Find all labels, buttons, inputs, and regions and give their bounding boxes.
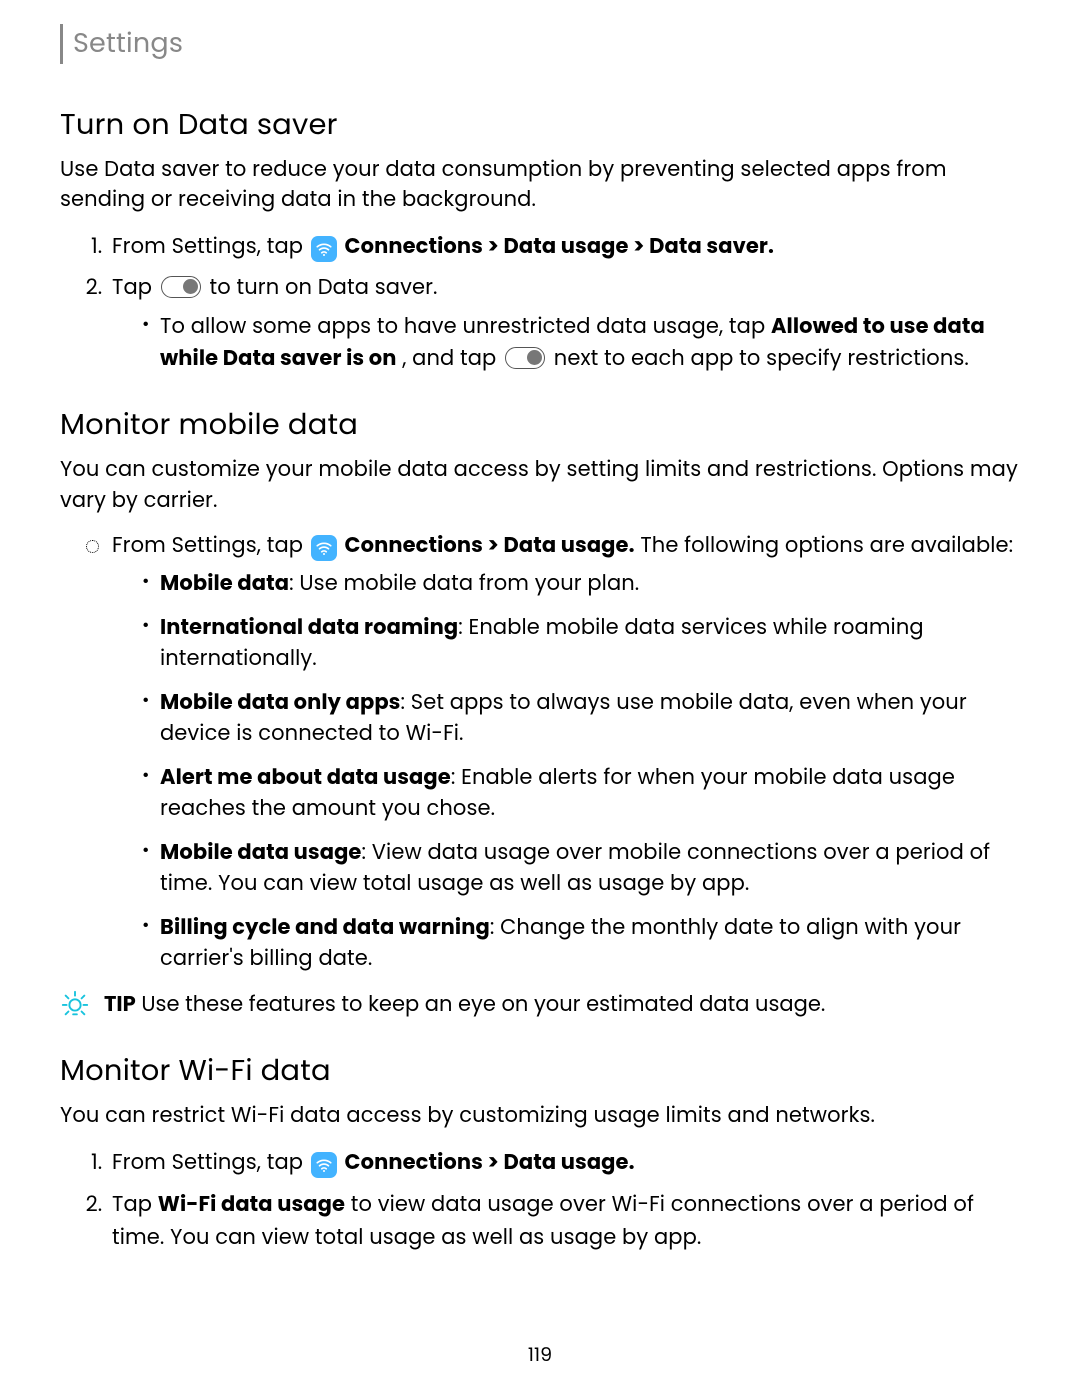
bullet-item: Billing cycle and data warning: Change t… <box>142 912 1020 975</box>
step-text: The following options are available: <box>640 531 1013 560</box>
nav-path: Connections > Data usage > Data saver. <box>345 232 774 261</box>
nav-path: Connections > Data usage. <box>345 1148 635 1177</box>
bullet-item: Mobile data: Use mobile data from your p… <box>142 568 1020 600</box>
option-name: Mobile data usage <box>160 838 361 867</box>
option-name: Alert me about data usage <box>160 763 451 792</box>
bullet-item: International data roaming: Enable mobil… <box>142 612 1020 675</box>
wifi-icon <box>311 1152 337 1178</box>
step-text: Tap <box>112 1190 158 1219</box>
toggle-icon <box>505 347 545 369</box>
step-item: Tap Wi-Fi data usage to view data usage … <box>108 1188 1020 1255</box>
tip-block: TIP Use these features to keep an eye on… <box>60 989 1020 1021</box>
section-heading-monitor-mobile: Monitor mobile data <box>60 404 1020 447</box>
section-heading-data-saver: Turn on Data saver <box>60 104 1020 147</box>
breadcrumb: Settings <box>60 24 1020 64</box>
step-item: From Settings, tap Connections > Data us… <box>108 1146 1020 1180</box>
circle-list: From Settings, tap Connections > Data us… <box>60 530 1020 975</box>
option-name: Billing cycle and data warning <box>160 913 490 942</box>
tip-text-wrapper: TIP Use these features to keep an eye on… <box>104 989 825 1021</box>
circle-item: From Settings, tap Connections > Data us… <box>108 530 1020 975</box>
bullet-text: , and tap <box>402 344 502 373</box>
wifi-icon <box>311 535 337 561</box>
bullet-item: Mobile data usage: View data usage over … <box>142 837 1020 900</box>
option-name: Wi-Fi data usage <box>158 1190 345 1219</box>
section-intro: You can customize your mobile data acces… <box>60 455 1020 516</box>
nav-path: Connections > Data usage. <box>345 531 635 560</box>
section-intro: You can restrict Wi-Fi data access by cu… <box>60 1101 1020 1131</box>
toggle-icon <box>161 276 201 298</box>
option-desc: : Use mobile data from your plan. <box>289 569 639 598</box>
bullet-text: To allow some apps to have unrestricted … <box>160 312 771 341</box>
lightbulb-icon <box>60 989 90 1019</box>
section-intro: Use Data saver to reduce your data consu… <box>60 155 1020 216</box>
steps-list: From Settings, tap Connections > Data us… <box>60 1146 1020 1255</box>
page-number: 119 <box>0 1340 1080 1369</box>
sub-bullets: To allow some apps to have unrestricted … <box>112 311 1020 374</box>
option-name: Mobile data only apps <box>160 688 401 717</box>
sub-bullets: Mobile data: Use mobile data from your p… <box>112 568 1020 975</box>
step-text: From Settings, tap <box>112 232 309 261</box>
bullet-item: Alert me about data usage: Enable alerts… <box>142 762 1020 825</box>
section-heading-monitor-wifi: Monitor Wi-Fi data <box>60 1050 1020 1093</box>
step-item: Tap to turn on Data saver. To allow some… <box>108 271 1020 374</box>
bullet-item: To allow some apps to have unrestricted … <box>142 311 1020 374</box>
bullet-text: next to each app to specify restrictions… <box>554 344 969 373</box>
option-name: International data roaming <box>160 613 458 642</box>
step-text: to turn on Data saver. <box>209 273 437 302</box>
step-item: From Settings, tap Connections > Data us… <box>108 230 1020 264</box>
step-text: From Settings, tap <box>112 1148 309 1177</box>
step-text: Tap <box>112 273 158 302</box>
step-text: From Settings, tap <box>112 531 309 560</box>
tip-text: Use these features to keep an eye on you… <box>136 990 826 1019</box>
steps-list: From Settings, tap Connections > Data us… <box>60 230 1020 374</box>
option-name: Mobile data <box>160 569 289 598</box>
tip-label: TIP <box>104 990 136 1019</box>
wifi-icon <box>311 236 337 262</box>
bullet-item: Mobile data only apps: Set apps to alway… <box>142 687 1020 750</box>
